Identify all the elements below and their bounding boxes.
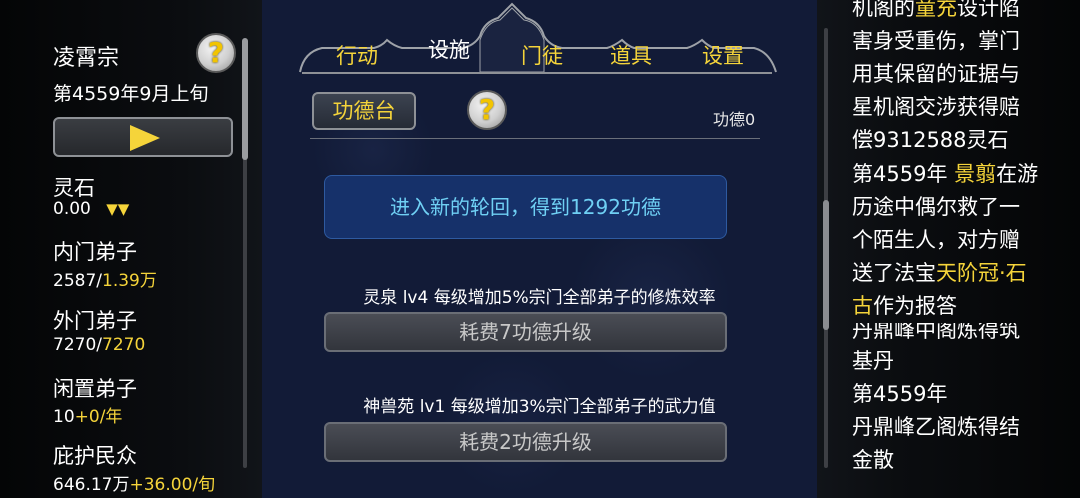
log-line: 历途中偶尔救了一 <box>852 195 1020 219</box>
left-scrollbar-thumb[interactable] <box>242 38 248 160</box>
log-line: 偿9312588灵石 <box>852 128 1009 152</box>
outer-disciples-value: 7270/7270 <box>53 335 145 355</box>
log-line: 基丹 <box>852 349 894 373</box>
outer-current: 7270/ <box>53 335 102 355</box>
log-text: 作为报答 <box>873 294 957 318</box>
play-button[interactable] <box>53 117 233 157</box>
log-line: 个陌生人，对方赠 <box>852 228 1020 252</box>
log-line: 古作为报答 <box>852 290 1067 323</box>
log-text: 在游 <box>996 162 1039 186</box>
inner-current: 2587/ <box>53 271 102 291</box>
log-line: 金散 <box>852 448 894 472</box>
spirit-stone-amount: 0.00 <box>53 199 91 219</box>
upgrade-button[interactable]: 耗费2功德升级 <box>324 422 727 462</box>
idle-current: 10 <box>53 407 75 427</box>
idle-rate: +0/年 <box>74 407 123 427</box>
decrease-arrows-icon: ▼▼ <box>106 200 130 218</box>
sect-name: 凌霄宗 <box>53 46 120 71</box>
people-current: 646.17万 <box>53 475 130 495</box>
log-item: 天阶冠·石 <box>936 261 1027 285</box>
log-name: 景翦 <box>954 162 997 186</box>
reincarnation-button[interactable]: 进入新的轮回，得到1292功德 <box>324 175 727 239</box>
log-text: 机阁的 <box>852 0 915 20</box>
log-item: 古 <box>852 294 873 318</box>
protected-people-label: 庇护民众 <box>53 444 137 468</box>
merit-count: 功德0 <box>713 110 756 129</box>
tab-items[interactable]: 道具 <box>606 40 656 70</box>
log-line: 丹鼎峰乙阁炼得结 <box>852 415 1020 439</box>
facility-description: 灵泉 lv4 每级增加5%宗门全部弟子的修炼效率 <box>363 288 716 308</box>
outer-disciples-label: 外门弟子 <box>53 309 137 333</box>
log-line: 丹鼎峰中阁炼得筑 <box>852 323 1020 342</box>
log-line: 第4559年 景翦在游 <box>852 158 1067 191</box>
outer-max: 7270 <box>102 335 146 355</box>
log-name: 童充 <box>915 0 957 20</box>
log-line: 机阁的童充设计陷 <box>852 0 1067 25</box>
inner-disciples-value: 2587/1.39万 <box>53 266 157 291</box>
main-panel: 行动 设施 门徒 道具 设置 功德台 ? 功德0 进入新的轮回，得到1292功德… <box>262 0 817 498</box>
event-log[interactable]: 机阁的童充设计陷 害身受重伤，掌门 用其保留的证据与 星机阁交涉获得赔 偿931… <box>852 0 1067 477</box>
protected-people-value: 646.17万+36.00/旬 <box>53 470 215 495</box>
tab-settings[interactable]: 设置 <box>698 40 748 70</box>
inner-disciples-label: 内门弟子 <box>53 240 137 264</box>
people-rate: +36.00/旬 <box>129 475 216 495</box>
log-scrollbar-thumb[interactable] <box>823 200 829 330</box>
upgrade-button[interactable]: 耗费7功德升级 <box>324 312 727 352</box>
tab-disciples[interactable]: 门徒 <box>517 40 567 70</box>
spirit-stone-value: 0.00 ▼▼ <box>53 199 129 219</box>
left-sidebar: 凌霄宗 ? 第4559年9月上旬 灵石 0.00 ▼▼ 内门弟子 2587/1.… <box>0 0 262 498</box>
log-line: 害身受重伤，掌门 <box>852 29 1020 53</box>
log-text: 送了法宝 <box>852 261 936 285</box>
log-text: 第4559年 <box>852 162 955 186</box>
section-divider <box>310 138 760 139</box>
log-line: 第4559年 <box>852 382 948 406</box>
log-text: 设计陷 <box>957 0 1020 20</box>
facility-description: 神兽苑 lv1 每级增加3%宗门全部弟子的武力值 <box>363 397 716 417</box>
help-icon[interactable]: ? <box>467 90 507 130</box>
log-line: 送了法宝天阶冠·石 <box>852 257 1067 290</box>
tab-actions[interactable]: 行动 <box>332 40 382 70</box>
tab-facilities[interactable]: 设施 <box>424 34 474 64</box>
log-line: 用其保留的证据与 <box>852 62 1020 86</box>
tab-header-line <box>302 72 772 74</box>
play-icon <box>130 125 160 151</box>
inner-max: 1.39万 <box>102 271 157 291</box>
merit-platform-button[interactable]: 功德台 <box>312 92 416 130</box>
idle-disciples-label: 闲置弟子 <box>53 377 137 401</box>
idle-disciples-value: 10+0/年 <box>53 402 122 427</box>
game-date: 第4559年9月上旬 <box>53 83 209 105</box>
help-icon[interactable]: ? <box>196 33 236 73</box>
log-line: 星机阁交涉获得赔 <box>852 95 1020 119</box>
spirit-stone-label: 灵石 <box>53 176 95 200</box>
